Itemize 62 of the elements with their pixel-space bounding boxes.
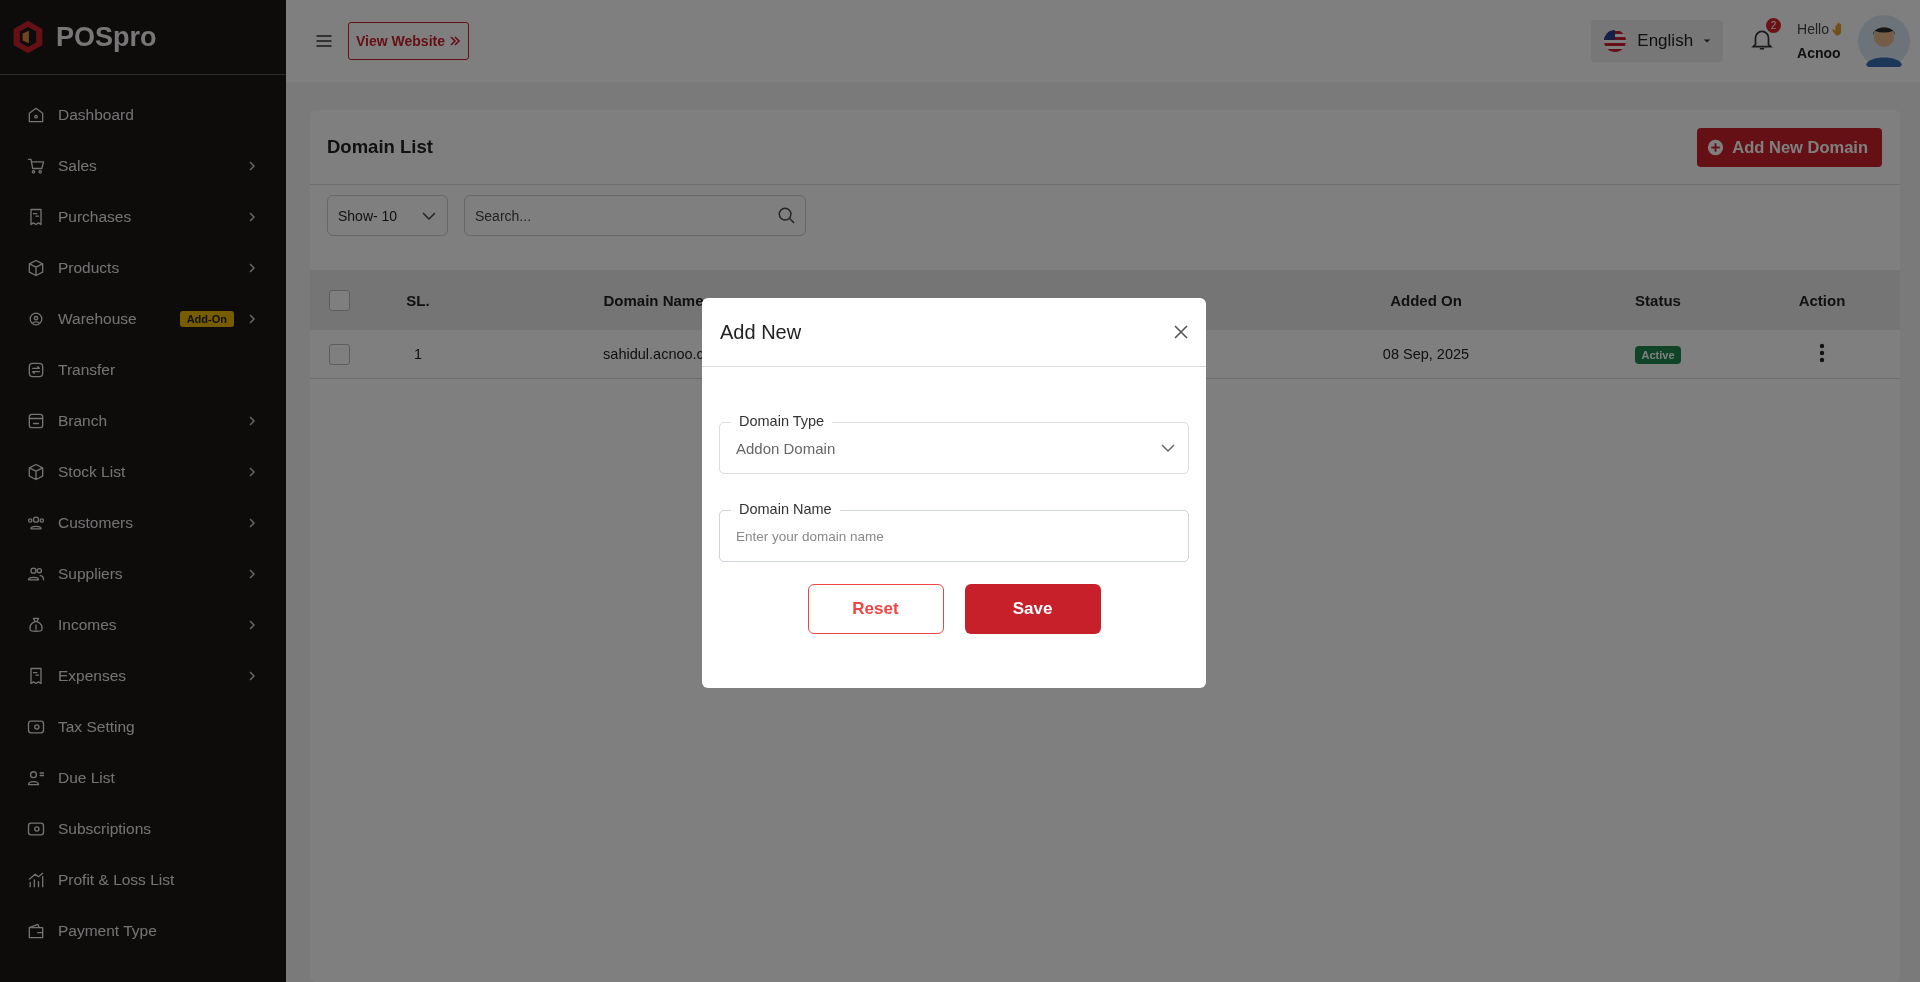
show-entries-select[interactable]: Show- 10 [327, 195, 448, 236]
chevron-right-icon [246, 465, 258, 478]
sidebar-item[interactable]: Dashboard [0, 89, 286, 140]
column-header: Status [1572, 270, 1744, 330]
sidebar-item[interactable]: Profit & Loss List [0, 854, 286, 905]
add-on-badge: Add-On [179, 310, 234, 327]
search-field[interactable]: Search... [464, 195, 806, 236]
chevron-right-icon [246, 261, 258, 274]
column-header: Added On [1280, 270, 1572, 330]
sidebar-item[interactable]: Transfer [0, 344, 286, 395]
page-title: Domain List [327, 136, 433, 158]
chevron-right-icon [246, 618, 258, 631]
flag-icon [1603, 29, 1628, 53]
field-label: Domain Type [731, 413, 833, 429]
sidebar-item[interactable]: Subscriptions [0, 803, 286, 854]
chevron-right-icon [246, 414, 258, 427]
reset-button[interactable]: Reset [807, 584, 944, 634]
box-icon [26, 257, 46, 278]
sidebar-item[interactable]: Warehouse Add-On [0, 293, 286, 344]
table-cell: 1 [368, 330, 468, 379]
more-options-icon[interactable] [1819, 342, 1825, 363]
sidebar-item[interactable]: Due List [0, 752, 286, 803]
add-new-domain-button[interactable]: Add New Domain [1697, 127, 1882, 167]
sidebar-item[interactable]: Payment Type [0, 905, 286, 956]
sidebar-item[interactable]: Suppliers [0, 548, 286, 599]
chevron-right-icon [246, 210, 258, 223]
box-icon [26, 461, 46, 482]
save-button[interactable]: Save [964, 584, 1101, 634]
language-selector[interactable]: English [1591, 20, 1724, 62]
close-icon[interactable] [1172, 323, 1190, 341]
notification-badge: 2 [1766, 18, 1782, 33]
chevron-right-icon [246, 159, 258, 172]
user-name: Acnoo [1797, 45, 1842, 61]
chevron-right-icon [246, 312, 258, 325]
sidebar-item[interactable]: Expenses [0, 650, 286, 701]
greeting-text: Hello [1797, 21, 1829, 37]
status-badge: Active [1635, 346, 1681, 364]
chevron-right-icon [246, 669, 258, 682]
double-chevron-icon [448, 35, 461, 47]
sidebar-item[interactable]: Incomes [0, 599, 286, 650]
sidebar-item[interactable]: Sales [0, 140, 286, 191]
plus-icon [1707, 138, 1725, 156]
chevron-right-icon [246, 567, 258, 580]
column-header: SL. [368, 270, 468, 330]
sidebar-item[interactable]: Purchases [0, 191, 286, 242]
field-label: Domain Name [731, 501, 840, 517]
checkbox[interactable] [328, 289, 350, 311]
sidebar-item[interactable]: Products [0, 242, 286, 293]
sidebar-item[interactable]: Stock List [0, 446, 286, 497]
checkbox[interactable] [328, 343, 350, 365]
hand-icon [1831, 21, 1844, 37]
search-icon [777, 206, 795, 224]
table-cell: 08 Sep, 2025 [1280, 330, 1572, 379]
sidebar-item[interactable]: Tax Setting [0, 701, 286, 752]
avatar[interactable] [1858, 15, 1910, 67]
sidebar-item[interactable]: Customers [0, 497, 286, 548]
caret-icon [1703, 37, 1712, 45]
logo-text: POSpro [56, 21, 157, 53]
view-website-button[interactable]: View Website [348, 22, 469, 60]
column-header: Action [1744, 270, 1900, 330]
sidebar-item[interactable]: Branch [0, 395, 286, 446]
chevron-right-icon [246, 516, 258, 529]
